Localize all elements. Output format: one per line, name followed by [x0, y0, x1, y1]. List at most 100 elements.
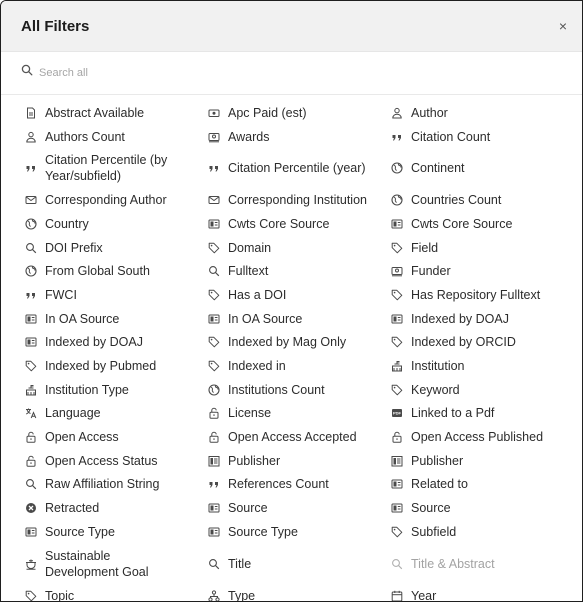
filter-item-related-to[interactable]: Related to [391, 473, 574, 497]
filter-item-publisher[interactable]: Publisher [208, 449, 391, 473]
filter-item-has-a-doi[interactable]: Has a DOI [208, 283, 391, 307]
filter-item-indexed-by-pubmed[interactable]: Indexed by Pubmed [25, 354, 208, 378]
filter-item-field[interactable]: Field [391, 236, 574, 260]
filter-item-doi-prefix[interactable]: DOI Prefix [25, 236, 208, 260]
filter-item-in-oa-source[interactable]: In OA Source [25, 307, 208, 331]
filter-item-indexed-by-doaj[interactable]: Indexed by DOAJ [391, 307, 574, 331]
filter-item-retracted[interactable]: Retracted [25, 496, 208, 520]
filter-item-institutions-count[interactable]: Institutions Count [208, 378, 391, 402]
filter-item-title-abstract[interactable]: Title & Abstract [391, 544, 574, 584]
filter-item-author[interactable]: Author [391, 101, 574, 125]
language-icon [25, 407, 37, 419]
filter-item-label: Institutions Count [228, 382, 325, 397]
filter-item-label: Open Access Published [411, 430, 544, 445]
dialog-title: All Filters [21, 17, 90, 35]
filter-item-label: Abstract Available [45, 105, 145, 120]
institution-icon [391, 360, 403, 372]
filter-item-year[interactable]: Year [391, 584, 574, 602]
filter-item-citation-percentile-year[interactable]: Citation Percentile (year) [208, 148, 391, 188]
pdf-icon: PDF [391, 407, 403, 419]
filter-item-authors-count[interactable]: Authors Count [25, 125, 208, 149]
filter-item-linked-to-a-pdf[interactable]: PDF Linked to a Pdf [391, 402, 574, 426]
filter-item-label: License [228, 406, 272, 421]
source-icon [208, 313, 220, 325]
filter-item-raw-affiliation-string[interactable]: Raw Affiliation String [25, 473, 208, 497]
filter-item-open-access-status[interactable]: Open Access Status [25, 449, 208, 473]
source-icon [208, 526, 220, 538]
filter-item-indexed-in[interactable]: Indexed in [208, 354, 391, 378]
filter-item-in-oa-source[interactable]: In OA Source [208, 307, 391, 331]
filter-item-corresponding-author[interactable]: Corresponding Author [25, 188, 208, 212]
filter-item-source[interactable]: Source [391, 496, 574, 520]
filter-item-awards[interactable]: Awards [208, 125, 391, 149]
filter-item-cwts-core-source[interactable]: Cwts Core Source [208, 212, 391, 236]
filter-item-open-access-accepted[interactable]: Open Access Accepted [208, 425, 391, 449]
filter-item-sustainable-development-goal[interactable]: Sustainable Development Goal [25, 544, 208, 584]
filter-item-label: Type [228, 588, 256, 602]
lock-icon [208, 407, 220, 420]
award-icon [208, 131, 220, 143]
filter-item-open-access-published[interactable]: Open Access Published [391, 425, 574, 449]
filter-item-label: Indexed by ORCID [411, 335, 516, 350]
source-icon [391, 502, 403, 514]
filter-item-language[interactable]: Language [25, 402, 208, 426]
filter-item-source-type[interactable]: Source Type [25, 520, 208, 544]
search-icon [208, 558, 220, 570]
money-icon [208, 107, 220, 119]
search-icon [25, 478, 37, 490]
filter-item-label: Keyword [411, 382, 460, 397]
sdg-icon [25, 558, 37, 570]
person-icon [391, 107, 403, 119]
filter-item-title[interactable]: Title [208, 544, 391, 584]
filter-item-label: Language [45, 406, 101, 421]
filter-item-keyword[interactable]: Keyword [391, 378, 574, 402]
filter-item-label: From Global South [45, 264, 150, 279]
filter-item-abstract-available[interactable]: Abstract Available [25, 101, 208, 125]
tag-icon [391, 336, 403, 348]
filter-item-citation-count[interactable]: Citation Count [391, 125, 574, 149]
filter-item-open-access[interactable]: Open Access [25, 425, 208, 449]
filter-item-country[interactable]: Country [25, 212, 208, 236]
filter-item-continent[interactable]: Continent [391, 148, 574, 188]
filter-item-cwts-core-source[interactable]: Cwts Core Source [391, 212, 574, 236]
quote-icon [25, 162, 37, 174]
filter-item-references-count[interactable]: References Count [208, 473, 391, 497]
filter-item-apc-paid-est[interactable]: Apc Paid (est) [208, 101, 391, 125]
publisher-icon [208, 455, 220, 467]
filter-item-label: Year [411, 588, 437, 602]
filter-item-indexed-by-orcid[interactable]: Indexed by ORCID [391, 331, 574, 355]
filter-item-institution[interactable]: Institution [391, 354, 574, 378]
filter-item-institution-type[interactable]: Institution Type [25, 378, 208, 402]
filter-item-indexed-by-mag-only[interactable]: Indexed by Mag Only [208, 331, 391, 355]
person-icon [25, 131, 37, 143]
filter-item-domain[interactable]: Domain [208, 236, 391, 260]
filter-item-source-type[interactable]: Source Type [208, 520, 391, 544]
filter-item-countries-count[interactable]: Countries Count [391, 188, 574, 212]
filter-item-label: Linked to a Pdf [411, 406, 495, 421]
globe-icon [25, 265, 37, 277]
filter-item-has-repository-fulltext[interactable]: Has Repository Fulltext [391, 283, 574, 307]
filter-item-subfield[interactable]: Subfield [391, 520, 574, 544]
filter-item-corresponding-institution[interactable]: Corresponding Institution [208, 188, 391, 212]
lock-icon [391, 431, 403, 443]
filter-item-label: Author [411, 105, 448, 120]
filter-item-fwci[interactable]: FWCI [25, 283, 208, 307]
search-input[interactable] [39, 67, 439, 79]
close-button[interactable]: × [554, 18, 572, 34]
filter-item-label: Indexed in [228, 359, 286, 374]
filter-item-label: Has a DOI [228, 287, 287, 302]
filter-item-license[interactable]: License [208, 402, 391, 426]
tag-icon [208, 336, 220, 348]
filter-item-from-global-south[interactable]: From Global South [25, 259, 208, 283]
filter-item-funder[interactable]: Funder [391, 259, 574, 283]
filter-item-label: Sustainable Development Goal [45, 548, 149, 579]
filter-item-topic[interactable]: Topic [25, 584, 208, 601]
filter-item-indexed-by-doaj[interactable]: Indexed by DOAJ [25, 331, 208, 355]
filter-list: Abstract Available Apc Paid (est) Author Au… [1, 95, 582, 602]
filter-item-type[interactable]: Type [208, 584, 391, 602]
filter-item-publisher[interactable]: Publisher [391, 449, 574, 473]
tag-icon [391, 289, 403, 301]
filter-item-fulltext[interactable]: Fulltext [208, 259, 391, 283]
filter-item-source[interactable]: Source [208, 496, 391, 520]
filter-item-citation-percentile-by-year-subfield[interactable]: Citation Percentile (by Year/subfield) [25, 148, 208, 188]
